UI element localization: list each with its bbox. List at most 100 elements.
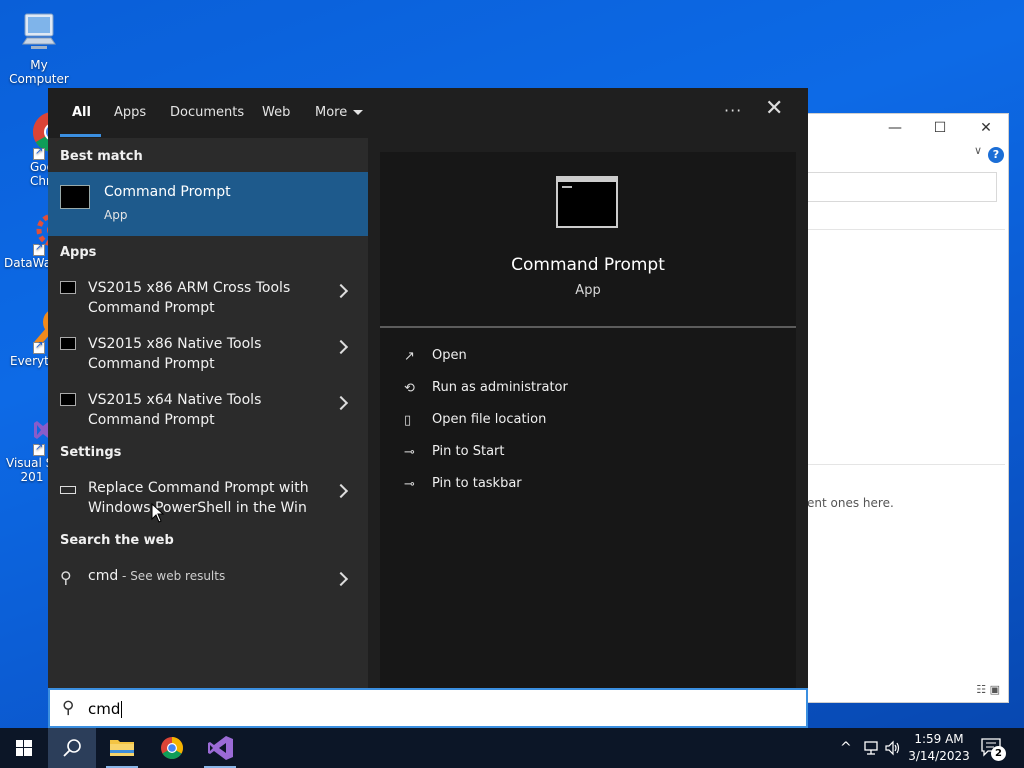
action-label: Open file location	[432, 412, 547, 427]
show-hidden-icons-chevron[interactable]: ^	[840, 740, 852, 756]
tab-documents[interactable]: Documents	[170, 105, 244, 120]
empty-state-text: ent ones here.	[807, 496, 894, 510]
action-label: Open	[432, 348, 467, 363]
divider	[807, 229, 1005, 230]
clock-date: 3/14/2023	[908, 749, 970, 763]
desktop-icon-my-computer[interactable]: My Computer	[0, 10, 78, 86]
chevron-down-icon[interactable]: ∨	[974, 144, 982, 157]
taskbar-visual-studio[interactable]	[196, 728, 244, 768]
chevron-right-icon[interactable]	[333, 283, 349, 299]
open-icon: ↗	[404, 349, 415, 364]
search-icon: ⚲	[62, 698, 75, 718]
details-title: Command Prompt	[511, 255, 665, 275]
close-icon[interactable]: ✕	[765, 98, 783, 120]
web-query-text: cmd	[88, 568, 119, 584]
active-tab-indicator	[60, 134, 101, 137]
web-query-suffix: - See web results	[118, 569, 226, 583]
settings-result-label: Replace Command Prompt with Windows Powe…	[88, 480, 309, 516]
search-icon	[63, 739, 81, 757]
maximize-button[interactable]: ☐	[928, 118, 952, 138]
app-result-item[interactable]: VS2015 x86 Native Tools Command Prompt	[48, 330, 368, 378]
notification-count-badge: 2	[991, 746, 1006, 761]
best-match-title: Command Prompt	[104, 184, 231, 200]
search-field[interactable]	[807, 172, 997, 202]
chevron-right-icon[interactable]	[333, 483, 349, 499]
tab-web[interactable]: Web	[262, 105, 290, 120]
taskbar-clock[interactable]: 1:59 AM 3/14/2023	[904, 731, 974, 765]
tab-all[interactable]: All	[72, 105, 91, 120]
divider	[380, 326, 796, 328]
app-result-item[interactable]: VS2015 x86 ARM Cross Tools Command Promp…	[48, 274, 368, 322]
chrome-icon	[161, 737, 183, 759]
help-icon[interactable]: ?	[988, 147, 1004, 163]
web-query: cmd - See web results	[88, 568, 225, 584]
settings-header: Settings	[60, 445, 122, 460]
web-result-item[interactable]: ⚲ cmd - See web results	[48, 562, 368, 610]
app-result-label: VS2015 x86 Native Tools Command Prompt	[88, 336, 262, 372]
taskbar: ^ 1:59 AM 3/14/2023 2	[0, 728, 1024, 768]
search-text: cmd	[88, 700, 121, 718]
shortcut-arrow-icon	[33, 340, 45, 354]
more-options-icon[interactable]: ···	[724, 101, 742, 120]
pin-icon: ⊸	[404, 445, 415, 460]
visual-studio-icon	[208, 736, 233, 760]
taskbar-file-explorer[interactable]	[98, 728, 146, 768]
tab-more[interactable]: More	[315, 105, 364, 120]
text-caret	[121, 701, 123, 718]
run-as-admin-icon: ⟲	[404, 381, 415, 396]
chevron-right-icon[interactable]	[333, 395, 349, 411]
action-label: Run as administrator	[432, 380, 568, 395]
system-tray: ^	[836, 728, 906, 768]
shortcut-arrow-icon	[33, 242, 45, 256]
details-subtitle: App	[575, 283, 601, 298]
desktop-icon-label: My Computer	[9, 58, 69, 86]
folder-icon: ▯	[404, 413, 412, 428]
view-toggle-icons[interactable]: ☷ ▣	[976, 683, 1000, 696]
caret-down-icon	[353, 110, 364, 115]
computer-icon	[17, 10, 61, 54]
action-center-button[interactable]: 2	[980, 737, 1006, 761]
search-input[interactable]: ⚲ cmd	[48, 688, 808, 728]
taskbar-search-button[interactable]	[48, 728, 96, 768]
command-prompt-icon	[60, 281, 76, 294]
app-result-label: VS2015 x86 ARM Cross Tools Command Promp…	[88, 280, 291, 316]
pin-icon: ⊸	[404, 477, 415, 492]
action-label: Pin to taskbar	[432, 476, 522, 491]
tab-apps[interactable]: Apps	[114, 105, 146, 120]
minimize-button[interactable]: —	[883, 118, 907, 138]
best-match-header: Best match	[60, 149, 143, 164]
action-label: Pin to Start	[432, 444, 505, 459]
best-match-subtitle: App	[104, 208, 128, 222]
divider	[807, 464, 1005, 465]
network-icon[interactable]	[862, 740, 880, 756]
folder-icon	[110, 740, 134, 756]
app-result-label: VS2015 x64 Native Tools Command Prompt	[88, 392, 262, 428]
background-explorer-window[interactable]: — ☐ ✕ ∨ ? ent ones here. ☷ ▣	[806, 113, 1009, 703]
command-prompt-icon	[60, 185, 90, 209]
settings-display-icon	[60, 486, 76, 494]
close-button[interactable]: ✕	[974, 118, 998, 138]
start-button[interactable]	[0, 728, 48, 768]
best-match-item[interactable]: Command Prompt App	[48, 172, 368, 236]
windows-logo-icon	[16, 740, 32, 756]
command-prompt-icon	[556, 176, 618, 228]
apps-header: Apps	[60, 245, 97, 260]
windows-search-panel: All Apps Documents Web More ··· ✕ Comman…	[48, 88, 808, 728]
search-web-header: Search the web	[60, 533, 174, 548]
shortcut-arrow-icon	[33, 146, 45, 160]
tab-more-label: More	[315, 105, 348, 120]
chevron-right-icon[interactable]	[333, 571, 349, 587]
clock-time: 1:59 AM	[914, 732, 964, 746]
shortcut-arrow-icon	[33, 442, 45, 456]
search-icon: ⚲	[60, 568, 72, 587]
chevron-right-icon[interactable]	[333, 339, 349, 355]
command-prompt-icon	[60, 393, 76, 406]
search-tabs: All Apps Documents Web More ··· ✕	[48, 88, 808, 138]
window-titlebar[interactable]: — ☐ ✕	[807, 114, 1008, 142]
volume-icon[interactable]	[884, 740, 902, 756]
taskbar-chrome[interactable]	[148, 728, 196, 768]
details-pane: Command Prompt App ↗ Open ⟲ Run as admin…	[380, 152, 796, 688]
settings-result-item[interactable]: Replace Command Prompt with Windows Powe…	[48, 474, 368, 522]
command-prompt-icon	[60, 337, 76, 350]
app-result-item[interactable]: VS2015 x64 Native Tools Command Prompt	[48, 386, 368, 434]
